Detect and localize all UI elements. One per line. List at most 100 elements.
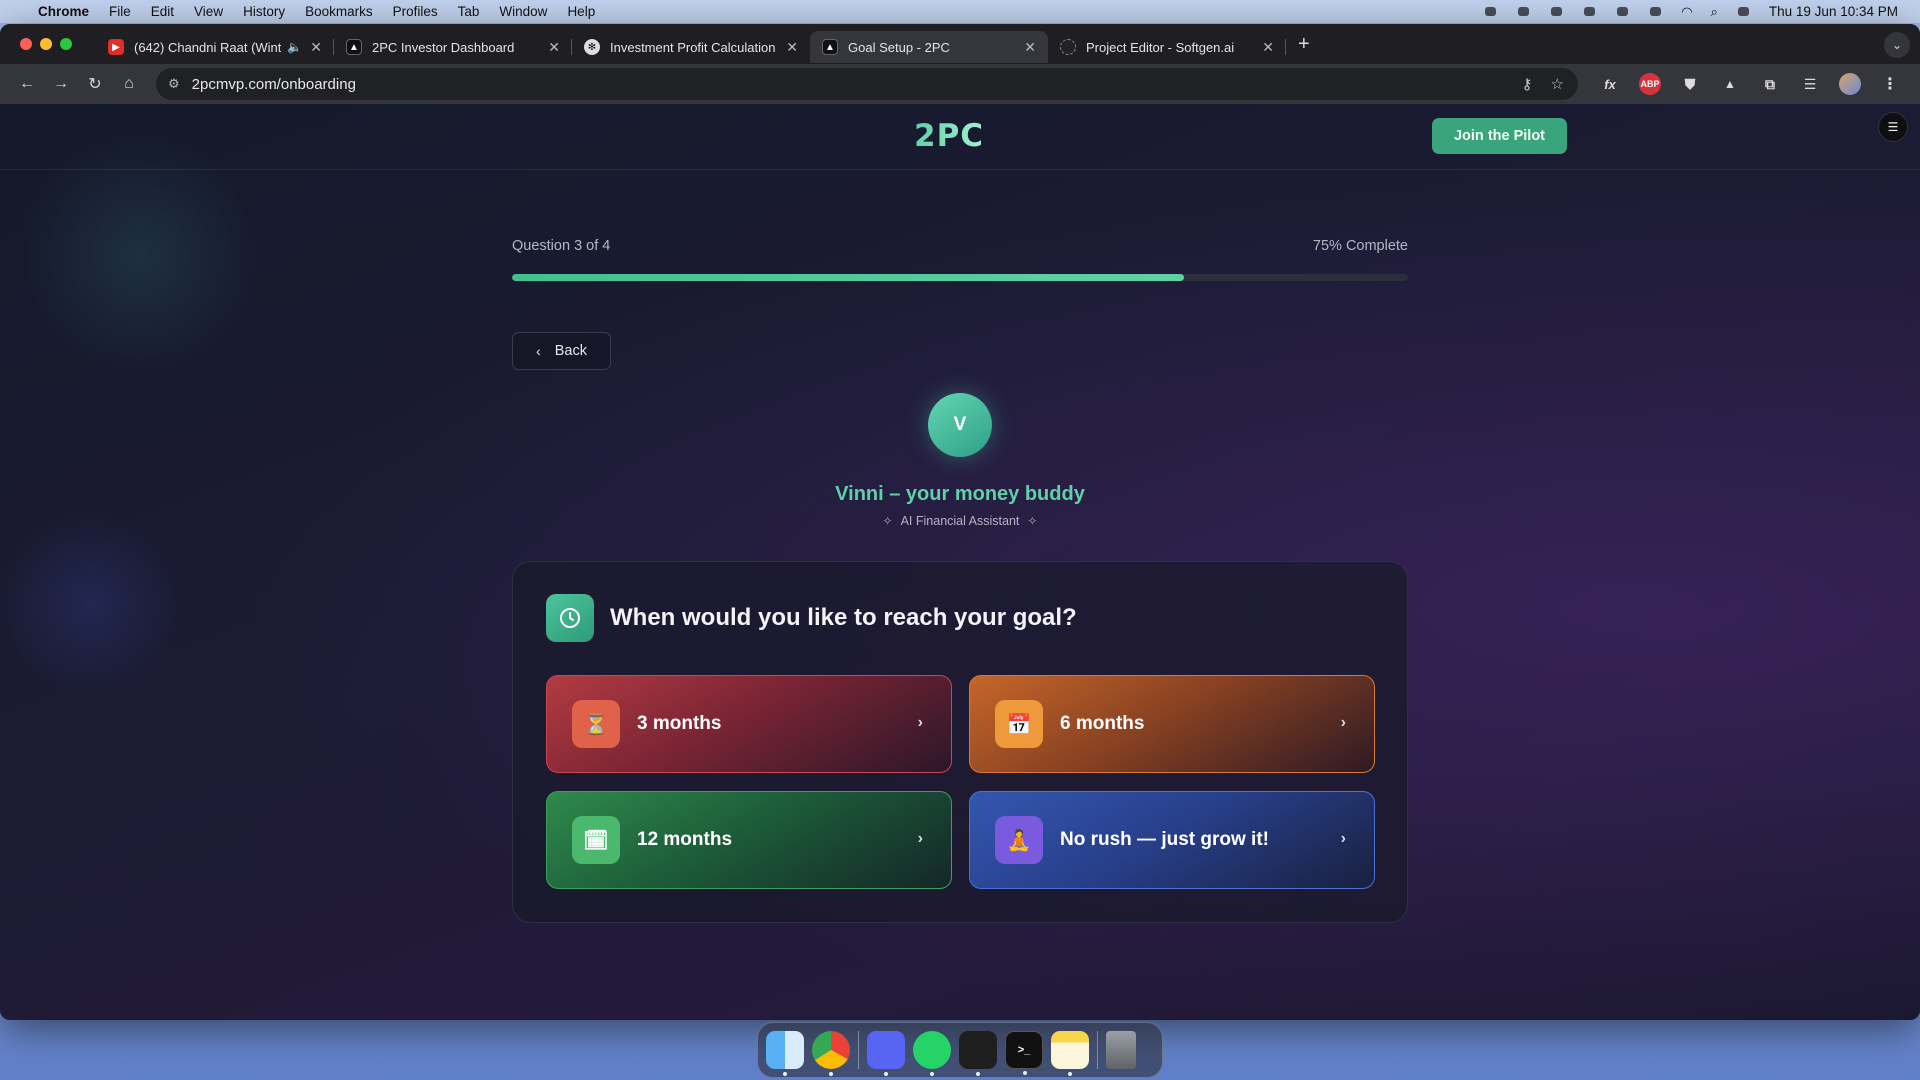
trash-icon[interactable] <box>1106 1031 1136 1069</box>
option-label: 6 months <box>1060 713 1145 734</box>
back-arrow-icon[interactable]: ← <box>12 69 42 99</box>
tab-search-chevron-icon[interactable]: ⌄ <box>1884 32 1910 58</box>
chevron-left-icon: ‹ <box>536 343 541 359</box>
question-counter: Question 3 of 4 <box>512 238 611 254</box>
tab-youtube[interactable]: ▶ (642) Chandni Raat (Wint 🔈 ✕ <box>96 31 334 63</box>
menu-tab[interactable]: Tab <box>458 4 480 19</box>
menu-file[interactable]: File <box>109 4 131 19</box>
sidebar-toggle-icon[interactable]: ☰ <box>1878 112 1908 142</box>
tab-title: Goal Setup - 2PC <box>848 39 950 55</box>
discord-icon[interactable] <box>867 1031 905 1076</box>
menu-help[interactable]: Help <box>567 4 595 19</box>
more-menu-icon[interactable]: ⋮ <box>1879 73 1901 95</box>
assistant-avatar: V <box>928 393 992 457</box>
back-button[interactable]: ‹ Back <box>512 332 611 370</box>
menu-edit[interactable]: Edit <box>151 4 174 19</box>
close-tab-icon[interactable]: ✕ <box>1024 39 1036 56</box>
status-area: ◠ ⌕ Thu 19 Jun 10:34 PM <box>1483 0 1898 23</box>
tab-title: (642) Chandni Raat (Wint <box>134 39 282 55</box>
menu-bookmarks[interactable]: Bookmarks <box>305 4 373 19</box>
speaker-icon[interactable]: 🔈 <box>287 40 302 54</box>
notes-icon[interactable] <box>1051 1031 1089 1076</box>
profile-avatar[interactable] <box>1839 73 1861 95</box>
chevron-right-icon: › <box>1340 714 1346 731</box>
wifi-icon[interactable]: ◠ <box>1681 4 1692 20</box>
question-text: When would you like to reach your goal? <box>610 604 1077 631</box>
close-tab-icon[interactable]: ✕ <box>1262 39 1274 56</box>
status-app-icon[interactable] <box>1483 5 1498 18</box>
chrome-icon[interactable] <box>812 1031 850 1076</box>
triangle-icon: ▲ <box>822 39 838 55</box>
calendar-icon: 📅 <box>995 700 1043 748</box>
browser-window: ▶ (642) Chandni Raat (Wint 🔈 ✕ ▲ 2PC Inv… <box>0 24 1920 1020</box>
site-settings-icon[interactable]: ⚙ <box>168 76 180 92</box>
menu-app-name[interactable]: Chrome <box>38 4 89 19</box>
status-user-icon[interactable] <box>1615 5 1630 18</box>
clock-icon <box>546 594 594 642</box>
sparkle-icon: ✧ <box>882 514 893 528</box>
triangle-extension-icon[interactable]: ▲ <box>1719 73 1741 95</box>
close-tab-icon[interactable]: ✕ <box>548 39 560 56</box>
reload-icon[interactable]: ↻ <box>80 69 110 99</box>
spotlight-search-icon[interactable]: ⌕ <box>1711 4 1718 20</box>
menu-profiles[interactable]: Profiles <box>393 4 438 19</box>
tab-project-editor[interactable]: Project Editor - Softgen.ai ✕ <box>1048 31 1286 63</box>
tab-investor-dashboard[interactable]: ▲ 2PC Investor Dashboard ✕ <box>334 31 572 63</box>
adblock-extension-icon[interactable]: ABP <box>1639 73 1661 95</box>
zoom-window-button[interactable] <box>60 38 72 50</box>
assistant-role: ✧ AI Financial Assistant ✧ <box>0 514 1920 528</box>
tear-off-calendar-icon: 🗓 <box>572 816 620 864</box>
tab-title: Investment Profit Calculation <box>610 39 776 55</box>
status-play-icon[interactable] <box>1648 5 1663 18</box>
menu-view[interactable]: View <box>194 4 223 19</box>
close-tab-icon[interactable]: ✕ <box>310 39 322 56</box>
reading-list-icon[interactable]: ☰ <box>1799 73 1821 95</box>
browser-toolbar: ← → ↻ ⌂ ⚙ 2pcmvp.com/onboarding ⚷ ☆ fx A… <box>0 64 1920 104</box>
finder-icon[interactable] <box>766 1031 804 1076</box>
hourglass-icon: ⏳ <box>572 700 620 748</box>
softgen-icon <box>1060 39 1076 55</box>
progress-bar-fill <box>512 274 1184 281</box>
whatsapp-icon[interactable] <box>913 1031 951 1076</box>
option-6-months[interactable]: 📅 6 months › <box>969 675 1375 773</box>
option-3-months[interactable]: ⏳ 3 months › <box>546 675 952 773</box>
tab-strip: ▶ (642) Chandni Raat (Wint 🔈 ✕ ▲ 2PC Inv… <box>0 24 1920 64</box>
window-controls <box>20 38 72 50</box>
fx-extension-icon[interactable]: fx <box>1599 73 1621 95</box>
tab-profit-calculation[interactable]: ✻ Investment Profit Calculation ✕ <box>572 31 810 63</box>
figma-icon[interactable] <box>959 1031 997 1076</box>
youtube-icon: ▶ <box>108 39 124 55</box>
brand-logo[interactable]: 2PC <box>914 118 984 154</box>
onboarding-page: 2PC Join the Pilot ☰ Question 3 of 4 75%… <box>0 104 1920 1020</box>
shield-extension-icon[interactable]: ⛊ <box>1679 73 1701 95</box>
status-cloud-icon[interactable] <box>1516 5 1531 18</box>
close-window-button[interactable] <box>20 38 32 50</box>
tab-goal-setup[interactable]: ▲ Goal Setup - 2PC ✕ <box>810 31 1048 63</box>
join-pilot-button[interactable]: Join the Pilot <box>1432 118 1567 154</box>
option-label: 3 months <box>637 713 722 734</box>
minimize-window-button[interactable] <box>40 38 52 50</box>
assistant-name: Vinni – your money buddy <box>835 483 1085 505</box>
bookmark-star-icon[interactable]: ☆ <box>1551 75 1564 93</box>
close-tab-icon[interactable]: ✕ <box>786 39 798 56</box>
menu-window[interactable]: Window <box>499 4 547 19</box>
option-label: No rush — just grow it! <box>1060 829 1269 850</box>
extensions-puzzle-icon[interactable]: ⧉ <box>1759 73 1781 95</box>
forward-arrow-icon[interactable]: → <box>46 69 76 99</box>
home-icon[interactable]: ⌂ <box>114 69 144 99</box>
status-airdrop-icon[interactable] <box>1582 5 1597 18</box>
option-12-months[interactable]: 🗓 12 months › <box>546 791 952 889</box>
openai-icon: ✻ <box>584 39 600 55</box>
terminal-icon[interactable]: >_ <box>1005 1031 1043 1075</box>
control-center-icon[interactable] <box>1736 5 1751 18</box>
chevron-right-icon: › <box>917 714 923 731</box>
address-bar[interactable]: ⚙ 2pcmvp.com/onboarding ⚷ ☆ <box>156 68 1578 100</box>
new-tab-icon[interactable]: + <box>1298 33 1310 56</box>
menubar-clock[interactable]: Thu 19 Jun 10:34 PM <box>1769 4 1898 19</box>
menu-history[interactable]: History <box>243 4 285 19</box>
sparkle-icon: ✧ <box>1027 514 1038 528</box>
chevron-right-icon: › <box>917 830 923 847</box>
password-key-icon[interactable]: ⚷ <box>1522 75 1533 93</box>
option-no-rush[interactable]: 🧘 No rush — just grow it! › <box>969 791 1375 889</box>
status-a-icon[interactable] <box>1549 5 1564 18</box>
